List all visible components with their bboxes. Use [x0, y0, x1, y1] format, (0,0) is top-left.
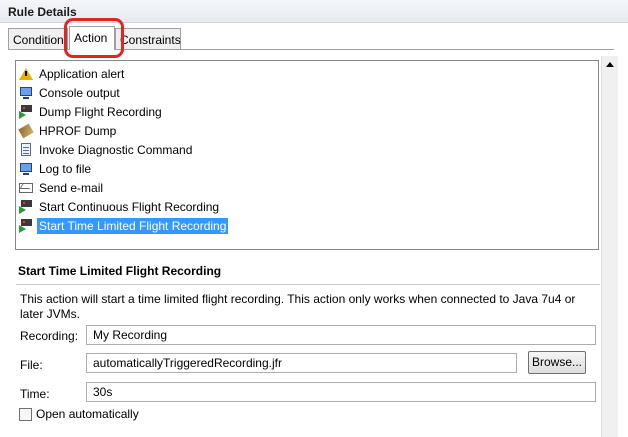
action-list[interactable]: Application alert Console output Dump Fl…	[15, 60, 599, 250]
open-automatically-label: Open automatically	[36, 407, 139, 421]
scroll-up-arrow-icon[interactable]	[601, 56, 618, 73]
list-item-log-to-file[interactable]: Log to file	[19, 160, 93, 178]
tab-condition[interactable]: Condition	[8, 28, 68, 49]
recording-label: Recording:	[20, 329, 79, 343]
list-item-label: Start Time Limited Flight Recording	[37, 218, 229, 234]
list-item-start-time-limited-flight-recording[interactable]: Start Time Limited Flight Recording	[19, 217, 229, 235]
hprof-icon	[18, 123, 34, 139]
browse-button[interactable]: Browse...	[528, 351, 586, 374]
list-item-label: Log to file	[39, 162, 92, 176]
log-file-icon	[19, 162, 33, 176]
list-item-label: Start Continuous Flight Recording	[39, 200, 220, 214]
vertical-scrollbar[interactable]	[601, 56, 618, 437]
tab-constraints[interactable]: Constraints	[115, 28, 181, 49]
list-item-hprof-dump[interactable]: HPROF Dump	[18, 122, 118, 140]
list-item-dump-flight-recording[interactable]: Dump Flight Recording	[19, 103, 164, 121]
recording-name-input[interactable]	[86, 325, 596, 345]
action-details-title: Start Time Limited Flight Recording	[18, 264, 222, 278]
action-description: This action will start a time limited fl…	[20, 292, 576, 321]
file-path-input[interactable]	[86, 353, 517, 373]
section-divider	[16, 284, 600, 285]
list-item-label: Application alert	[39, 67, 125, 81]
file-label: File:	[20, 358, 43, 372]
flight-recording-icon	[19, 219, 33, 233]
list-item-invoke-diagnostic-command[interactable]: Invoke Diagnostic Command	[19, 141, 194, 159]
time-label: Time:	[20, 387, 50, 401]
panel-title: Rule Details	[8, 5, 77, 19]
time-input[interactable]	[86, 382, 596, 402]
list-item-send-email[interactable]: Send e-mail	[19, 179, 105, 197]
alert-icon	[19, 67, 33, 81]
highlight-annotation-ring	[64, 18, 124, 58]
list-item-label: HPROF Dump	[39, 124, 117, 138]
list-item-label: Invoke Diagnostic Command	[39, 143, 193, 157]
list-item-label: Console output	[39, 86, 120, 100]
diagnostic-command-icon	[19, 143, 33, 157]
flight-recording-icon	[19, 105, 33, 119]
list-item-label: Send e-mail	[39, 181, 104, 195]
list-item-console-output[interactable]: Console output	[19, 84, 122, 102]
list-item-start-continuous-flight-recording[interactable]: Start Continuous Flight Recording	[19, 198, 221, 216]
flight-recording-icon	[19, 200, 33, 214]
list-item-application-alert[interactable]: Application alert	[19, 65, 126, 83]
console-icon	[19, 86, 33, 100]
open-automatically-checkbox[interactable]	[19, 408, 32, 421]
email-icon	[19, 181, 33, 195]
list-item-label: Dump Flight Recording	[39, 105, 162, 119]
